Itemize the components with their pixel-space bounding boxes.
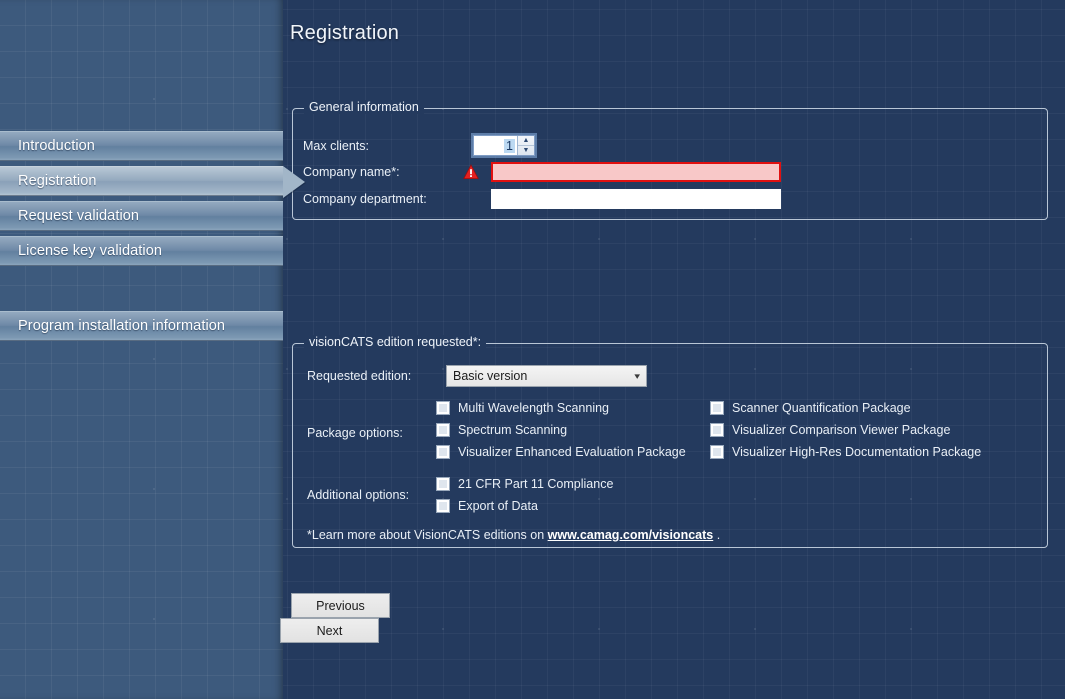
checkbox-box-icon[interactable] <box>437 500 449 512</box>
sidebar-item-introduction[interactable]: Introduction <box>0 131 283 161</box>
checkbox-spectrum-scanning[interactable]: Spectrum Scanning <box>437 423 686 437</box>
edition-info-note: *Learn more about VisionCATS editions on… <box>307 528 720 542</box>
checkbox-label: Visualizer High-Res Documentation Packag… <box>732 445 982 459</box>
requested-edition-value: Basic version <box>453 369 528 383</box>
checkbox-multi-wavelength-scanning[interactable]: Multi Wavelength Scanning <box>437 401 686 415</box>
checkbox-label: Visualizer Enhanced Evaluation Package <box>458 445 686 459</box>
sidebar-item-label: License key validation <box>18 243 163 259</box>
checkbox-label: Visualizer Comparison Viewer Package <box>732 423 951 437</box>
sidebar-item-label: Request validation <box>18 208 140 224</box>
checkbox-scanner-quantification-package[interactable]: Scanner Quantification Package <box>711 401 981 415</box>
stepper-down-icon[interactable]: ▼ <box>518 145 534 155</box>
company-name-row: Company name*: <box>303 162 781 182</box>
company-department-label: Company department: <box>303 192 427 206</box>
additional-options-label: Additional options: <box>307 488 410 502</box>
registration-wizard-window: Introduction Registration Request valida… <box>0 0 1065 699</box>
general-information-title: General information <box>304 100 424 114</box>
checkbox-box-icon[interactable] <box>711 402 723 414</box>
checkbox-box-icon[interactable] <box>711 446 723 458</box>
company-department-input[interactable] <box>491 189 781 209</box>
wizard-step-sidebar: Introduction Registration Request valida… <box>0 0 283 699</box>
camag-visioncats-link[interactable]: www.camag.com/visioncats <box>548 528 714 542</box>
package-options-label: Package options: <box>307 426 403 440</box>
page-title: Registration <box>290 22 400 44</box>
next-button[interactable]: Next <box>280 618 379 643</box>
stepper-up-icon[interactable]: ▲ <box>518 136 534 145</box>
max-clients-stepper-buttons: ▲ ▼ <box>517 136 534 155</box>
sidebar-item-license-key-validation[interactable]: License key validation <box>0 236 283 266</box>
max-clients-row: Max clients: 1 ▲ ▼ <box>303 135 535 156</box>
max-clients-value-area[interactable]: 1 <box>474 136 517 155</box>
checkbox-box-icon[interactable] <box>437 424 449 436</box>
registration-page: Registration General information Max cli… <box>280 0 1065 699</box>
general-information-group: General information Max clients: 1 ▲ ▼ C… <box>292 100 1048 220</box>
sidebar-item-label: Program installation information <box>18 318 226 334</box>
requested-edition-row: Requested edition: Basic version ▾ <box>307 365 647 387</box>
max-clients-label: Max clients: <box>303 138 369 153</box>
additional-options-column: 21 CFR Part 11 Compliance Export of Data <box>437 477 613 521</box>
edition-requested-title: visionCATS edition requested*: <box>304 335 487 349</box>
company-name-input[interactable] <box>491 162 781 182</box>
checkbox-box-icon[interactable] <box>437 478 449 490</box>
sidebar-item-label: Registration <box>18 173 97 189</box>
edition-info-note-prefix: *Learn more about VisionCATS editions on <box>307 528 548 542</box>
sidebar-item-label: Introduction <box>18 138 95 154</box>
checkbox-visualizer-comparison-viewer-package[interactable]: Visualizer Comparison Viewer Package <box>711 423 981 437</box>
wizard-step-list: Introduction Registration Request valida… <box>0 0 283 341</box>
checkbox-box-icon[interactable] <box>437 446 449 458</box>
checkbox-box-icon[interactable] <box>437 402 449 414</box>
max-clients-value: 1 <box>504 138 515 153</box>
package-options-left-column: Multi Wavelength Scanning Spectrum Scann… <box>437 401 686 467</box>
checkbox-label: Multi Wavelength Scanning <box>458 401 610 415</box>
chevron-down-icon: ▾ <box>634 370 641 381</box>
checkbox-visualizer-enhanced-evaluation-package[interactable]: Visualizer Enhanced Evaluation Package <box>437 445 686 459</box>
company-name-label: Company name*: <box>303 165 400 179</box>
requested-edition-label: Requested edition: <box>307 369 412 383</box>
checkbox-21-cfr-part-11-compliance[interactable]: 21 CFR Part 11 Compliance <box>437 477 613 491</box>
sidebar-item-program-installation-information[interactable]: Program installation information <box>0 311 283 341</box>
company-department-row: Company department: <box>303 189 781 209</box>
sidebar-item-registration[interactable]: Registration <box>0 166 283 196</box>
checkbox-label: Scanner Quantification Package <box>732 401 911 415</box>
edition-requested-group: visionCATS edition requested*: Requested… <box>292 335 1048 548</box>
edition-info-note-suffix: . <box>713 528 721 542</box>
sidebar-item-request-validation[interactable]: Request validation <box>0 201 283 231</box>
package-options-right-column: Scanner Quantification Package Visualize… <box>711 401 981 467</box>
checkbox-label: Export of Data <box>458 499 538 513</box>
company-name-error-indicator <box>463 164 491 180</box>
max-clients-stepper[interactable]: 1 ▲ ▼ <box>473 135 535 156</box>
checkbox-export-of-data[interactable]: Export of Data <box>437 499 613 513</box>
warning-triangle-icon <box>463 164 479 180</box>
requested-edition-select[interactable]: Basic version ▾ <box>446 365 647 387</box>
checkbox-box-icon[interactable] <box>711 424 723 436</box>
previous-button[interactable]: Previous <box>291 593 390 618</box>
checkbox-label: 21 CFR Part 11 Compliance <box>458 477 614 491</box>
checkbox-label: Spectrum Scanning <box>458 423 568 437</box>
checkbox-visualizer-high-res-documentation-package[interactable]: Visualizer High-Res Documentation Packag… <box>711 445 981 459</box>
